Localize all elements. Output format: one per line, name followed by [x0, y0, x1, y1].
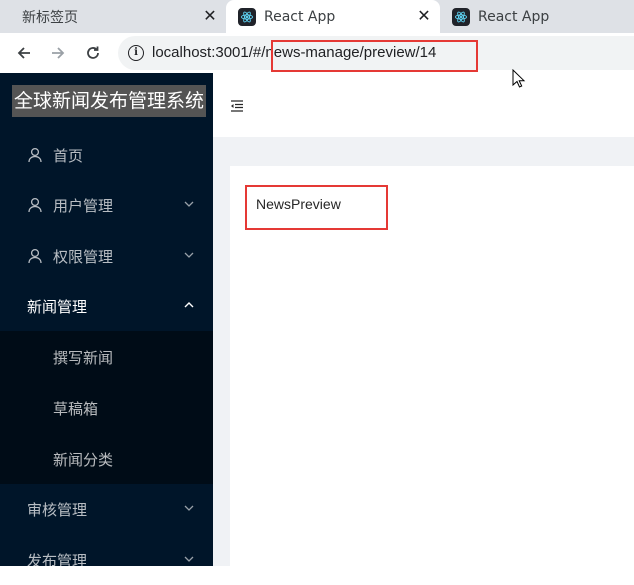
browser-tab-react-app[interactable]: React App [440, 0, 634, 33]
mouse-cursor-icon [512, 69, 526, 88]
sidebar-item-label: 发布管理 [27, 551, 88, 570]
sidebar-subitem-drafts[interactable]: 草稿箱 [0, 383, 213, 433]
chevron-up-icon [184, 302, 194, 308]
user-icon [28, 147, 42, 163]
sidebar-item-label: 用户管理 [53, 196, 114, 215]
react-logo-icon [452, 7, 470, 26]
top-header [213, 73, 634, 137]
url-highlight-box [271, 40, 478, 72]
browser-tab-react-app-active[interactable]: React App ✕ [226, 0, 440, 33]
sidebar-item-audit-manage[interactable]: 审核管理 [0, 484, 213, 534]
sidebar-item-publish-manage[interactable]: 发布管理 [0, 535, 213, 585]
close-icon[interactable]: ✕ [202, 8, 218, 24]
menu-fold-icon[interactable] [230, 99, 244, 113]
reload-button[interactable] [79, 33, 107, 73]
close-icon[interactable]: ✕ [416, 8, 432, 24]
sidebar-item-label: 草稿箱 [53, 399, 99, 418]
url-host: localhost:3001/#/ [152, 44, 266, 61]
sidebar-item-label: 撰写新闻 [53, 348, 114, 367]
arrow-left-icon [17, 47, 30, 59]
sidebar-item-label: 新闻分类 [53, 450, 114, 469]
reload-icon [87, 46, 99, 59]
react-logo-icon [238, 7, 256, 26]
chevron-down-icon [184, 201, 194, 207]
forward-button[interactable] [44, 33, 72, 73]
arrow-right-icon [52, 47, 65, 59]
news-submenu: 撰写新闻 草稿箱 新闻分类 [0, 331, 213, 484]
tab-title: React App [264, 8, 336, 25]
app-logo-title: 全球新闻发布管理系统 [12, 85, 207, 117]
sidebar-item-user-manage[interactable]: 用户管理 [0, 180, 213, 230]
sidebar-item-label: 审核管理 [27, 500, 88, 519]
content-highlight-box [245, 185, 388, 230]
user-icon [28, 248, 42, 264]
sidebar-item-home[interactable]: 首页 [0, 130, 213, 180]
browser-tab-new-tab[interactable]: 新标签页 ✕ [0, 0, 226, 33]
sidebar-item-label: 首页 [53, 146, 84, 165]
tab-title: React App [478, 8, 550, 25]
sidebar-item-right-manage[interactable]: 权限管理 [0, 231, 213, 281]
sidebar-item-label: 权限管理 [53, 247, 114, 266]
chevron-down-icon [184, 505, 194, 511]
user-icon [28, 197, 42, 213]
chevron-down-icon [184, 556, 194, 562]
sidebar: 全球新闻发布管理系统 首页 用户管理 权限管理 新闻管理 撰写新闻 草稿箱 新闻… [0, 73, 213, 570]
main-layout: NewsPreview [213, 73, 634, 566]
sidebar-item-news-manage[interactable]: 新闻管理 [0, 281, 213, 331]
tab-title: 新标签页 [22, 9, 78, 26]
sidebar-item-label: 新闻管理 [27, 297, 88, 316]
sidebar-subitem-write-news[interactable]: 撰写新闻 [0, 332, 213, 382]
browser-tab-strip: 新标签页 ✕ React App ✕ React App [0, 0, 634, 33]
sidebar-subitem-news-category[interactable]: 新闻分类 [0, 434, 213, 484]
chevron-down-icon [184, 252, 194, 258]
info-icon[interactable]: i [128, 45, 144, 61]
back-button[interactable] [10, 33, 38, 73]
